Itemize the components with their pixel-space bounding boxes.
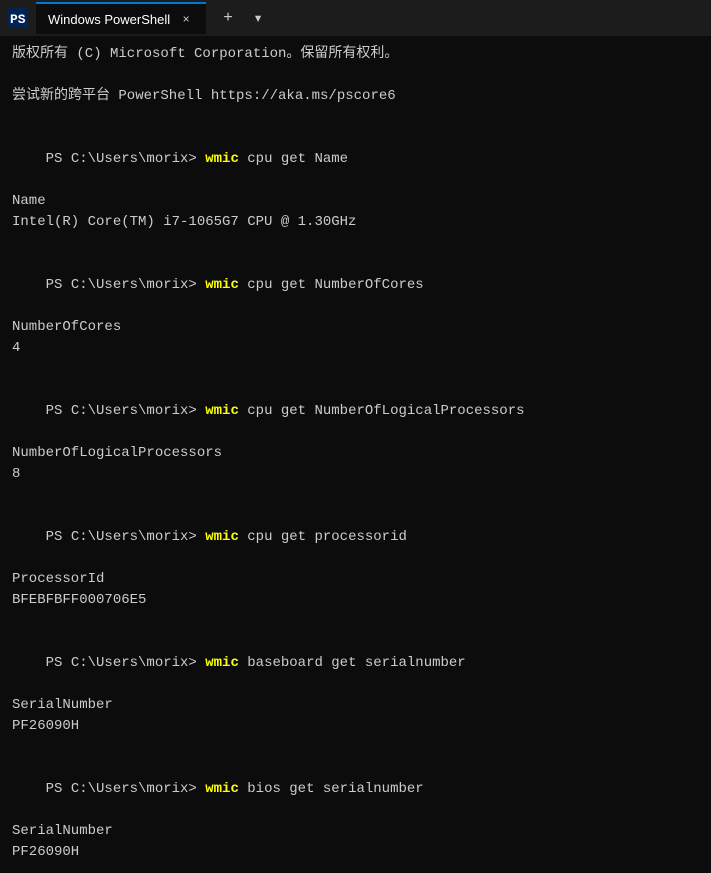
tab-label: Windows PowerShell [48,12,170,27]
prompt-1: PS C:\Users\morix> [46,151,197,167]
out-value-4: BFEBFBFF000706E5 [12,590,699,611]
out-value-3: 8 [12,464,699,485]
out-value-5: PF26090H [12,716,699,737]
cmdrest-4: cpu get processorid [239,529,407,545]
active-tab[interactable]: Windows PowerShell × [36,2,206,34]
out-label-5: SerialNumber [12,695,699,716]
cmd-line-5: PS C:\Users\morix> wmic baseboard get se… [12,632,699,695]
blank-1 [12,65,699,86]
cmd-line-6: PS C:\Users\morix> wmic bios get serialn… [12,758,699,821]
out-label-4: ProcessorId [12,569,699,590]
wmic-6: wmic [197,781,239,797]
try-line: 尝试新的跨平台 PowerShell https://aka.ms/pscore… [12,86,699,107]
copyright-line: 版权所有 (C) Microsoft Corporation。保留所有权利。 [12,44,699,65]
cmdrest-3: cpu get NumberOfLogicalProcessors [239,403,525,419]
wmic-2: wmic [197,277,239,293]
wmic-4: wmic [197,529,239,545]
cmdrest-2: cpu get NumberOfCores [239,277,424,293]
cmd-line-4: PS C:\Users\morix> wmic cpu get processo… [12,506,699,569]
titlebar: PS Windows PowerShell × + ▾ [0,0,711,36]
prompt-3: PS C:\Users\morix> [46,403,197,419]
out-value-6: PF26090H [12,842,699,863]
wmic-3: wmic [197,403,239,419]
out-value-1: Intel(R) Core(TM) i7-1065G7 CPU @ 1.30GH… [12,212,699,233]
svg-text:PS: PS [10,12,26,27]
blank-6 [12,611,699,632]
blank-7 [12,737,699,758]
blank-3 [12,233,699,254]
new-tab-button[interactable]: + [214,4,242,32]
wmic-5: wmic [197,655,239,671]
prompt-2: PS C:\Users\morix> [46,277,197,293]
out-value-2: 4 [12,338,699,359]
wmic-1: wmic [197,151,239,167]
blank-2 [12,107,699,128]
cmdrest-1: cpu get Name [239,151,348,167]
prompt-5: PS C:\Users\morix> [46,655,197,671]
out-label-6: SerialNumber [12,821,699,842]
cmd-line-2: PS C:\Users\morix> wmic cpu get NumberOf… [12,254,699,317]
blank-8 [12,863,699,873]
blank-5 [12,485,699,506]
blank-4 [12,359,699,380]
cmd-line-3: PS C:\Users\morix> wmic cpu get NumberOf… [12,380,699,443]
tab-close-button[interactable]: × [178,11,194,27]
powershell-icon: PS [8,8,28,28]
out-label-2: NumberOfCores [12,317,699,338]
prompt-4: PS C:\Users\morix> [46,529,197,545]
out-label-3: NumberOfLogicalProcessors [12,443,699,464]
terminal-body: 版权所有 (C) Microsoft Corporation。保留所有权利。 尝… [0,36,711,873]
cmdrest-6: bios get serialnumber [239,781,424,797]
titlebar-actions: + ▾ [214,4,272,32]
dropdown-button[interactable]: ▾ [244,4,272,32]
out-label-1: Name [12,191,699,212]
cmdrest-5: baseboard get serialnumber [239,655,466,671]
prompt-6: PS C:\Users\morix> [46,781,197,797]
cmd-line-1: PS C:\Users\morix> wmic cpu get Name [12,128,699,191]
